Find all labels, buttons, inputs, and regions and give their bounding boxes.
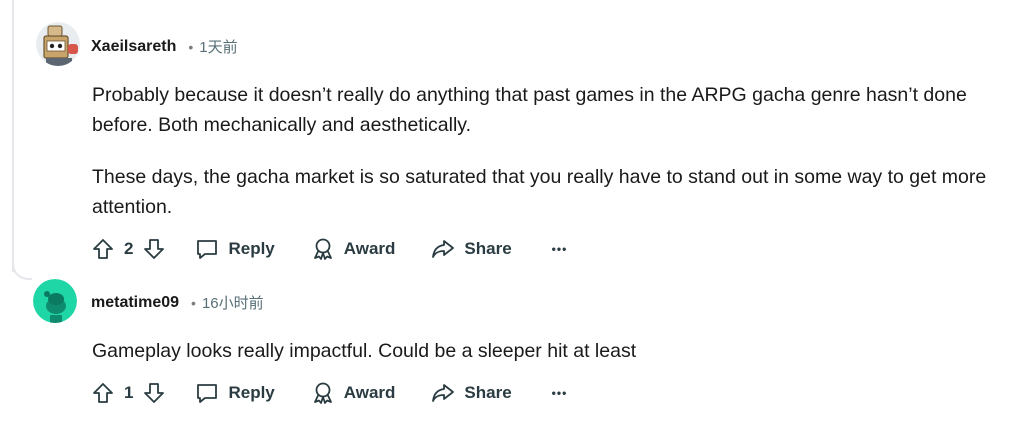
award-button[interactable]: Award	[311, 237, 396, 261]
robot-avatar-icon	[36, 22, 80, 66]
author-name[interactable]: Xaeilsareth	[91, 38, 176, 56]
speech-bubble-icon	[197, 384, 218, 403]
timestamp[interactable]: 16小时前	[202, 292, 264, 313]
award-ribbon-icon	[313, 238, 332, 260]
downvote-button[interactable]	[143, 382, 165, 404]
comment-meta: metatime09 • 16小时前	[91, 292, 264, 313]
author-name[interactable]: metatime09	[91, 294, 179, 312]
award-button[interactable]: Award	[311, 381, 396, 405]
meta-separator: •	[191, 294, 196, 311]
downvote-button[interactable]	[143, 238, 165, 260]
comment-paragraph: Probably because it doesn’t really do an…	[92, 84, 967, 136]
cropped-content-fragment	[376, 0, 486, 4]
speech-bubble-icon	[197, 240, 218, 259]
reply-label: Reply	[228, 383, 275, 402]
downvote-arrow-icon	[144, 383, 165, 403]
share-label: Share	[464, 239, 512, 258]
upvote-button[interactable]	[92, 382, 114, 404]
meta-separator: •	[188, 38, 194, 55]
comment-meta: Xaeilsareth • 1天前	[91, 36, 238, 57]
reply-button[interactable]: Reply	[195, 382, 275, 404]
thread-branch-line	[12, 256, 32, 280]
more-options-button[interactable]: •••	[552, 242, 568, 256]
award-label: Award	[343, 383, 396, 402]
comment-paragraph: Gameplay looks really impactful. Could b…	[92, 340, 637, 362]
vote-count: 2	[124, 239, 134, 258]
avatar[interactable]	[33, 279, 77, 323]
share-button[interactable]: Share	[431, 382, 512, 404]
award-ribbon-icon	[313, 382, 332, 404]
share-arrow-icon	[432, 384, 455, 402]
avatar[interactable]	[36, 22, 80, 66]
downvote-arrow-icon	[144, 239, 165, 259]
ellipsis-icon: •••	[551, 242, 568, 256]
upvote-arrow-icon	[93, 383, 113, 403]
more-options-button[interactable]: •••	[552, 386, 568, 400]
upvote-button[interactable]	[92, 238, 114, 260]
timestamp[interactable]: 1天前	[199, 36, 237, 57]
upvote-arrow-icon	[93, 239, 113, 259]
comment-paragraph: These days, the gacha market is so satur…	[92, 166, 987, 218]
comment-actions: 1 Reply Award Share •••	[92, 376, 567, 410]
reply-label: Reply	[228, 239, 275, 258]
ellipsis-icon: •••	[551, 386, 568, 400]
share-label: Share	[464, 383, 512, 402]
vote-count: 1	[124, 383, 134, 402]
share-button[interactable]: Share	[431, 238, 512, 260]
comment-actions: 2 Reply Award Share •••	[92, 232, 567, 266]
share-arrow-icon	[432, 240, 455, 258]
reply-button[interactable]: Reply	[195, 238, 275, 260]
award-label: Award	[343, 239, 396, 258]
thread-line[interactable]	[12, 0, 14, 272]
comment-thread: Xaeilsareth • 1天前 Probably because it do…	[0, 0, 1024, 422]
snoo-avatar-icon	[33, 279, 77, 323]
